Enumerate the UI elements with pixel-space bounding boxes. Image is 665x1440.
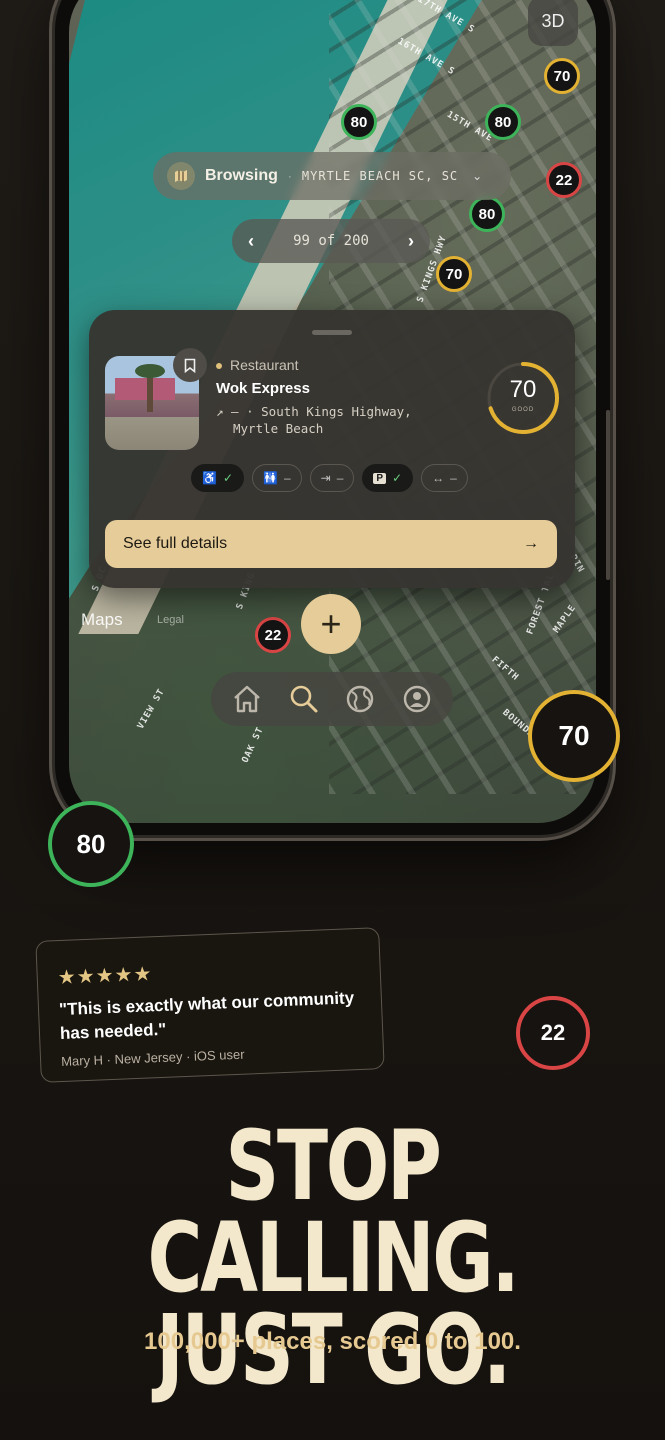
map-pin-score[interactable]: 22	[255, 617, 291, 653]
apple-maps-logo: Maps	[81, 610, 123, 630]
details-button-label: See full details	[123, 535, 228, 552]
category-dot	[216, 363, 222, 370]
profile-icon	[403, 685, 430, 713]
arrow-right-icon: →	[523, 535, 539, 552]
amenity-chip[interactable]: ♿ ✓	[191, 464, 245, 492]
floating-score-badge: 22	[516, 996, 590, 1070]
amenity-status: –	[450, 471, 457, 485]
amenity-status: –	[283, 471, 291, 485]
headline-line: STOP CALLING.	[147, 1110, 519, 1314]
testimonial-quote: "This is exactly what our community has …	[58, 988, 355, 1044]
amenity-status: ✓	[222, 471, 234, 485]
street-label: OAK ST	[240, 725, 266, 765]
tab-profile[interactable]	[398, 680, 436, 718]
subheadline: 100,000+ places, scored 0 to 100.	[144, 1328, 521, 1355]
place-score: 70	[509, 376, 537, 403]
pager-count: 99 of 200	[293, 233, 369, 249]
address-line: ↗ – · South Kings Highway,	[216, 404, 412, 419]
place-name: Wok Express	[216, 380, 310, 397]
legal-link[interactable]: Legal	[157, 614, 184, 626]
drag-handle[interactable]	[312, 330, 352, 335]
browsing-location-selector[interactable]: Browsing · MYRTLE BEACH SC, SC ⌄	[153, 152, 511, 200]
tab-home[interactable]	[228, 680, 266, 718]
next-result-button[interactable]: ›	[408, 231, 414, 252]
floating-score-badge: 80	[48, 801, 134, 887]
tab-search[interactable]	[285, 680, 323, 718]
map-pin-score[interactable]: 80	[341, 104, 377, 140]
amenity-chip[interactable]: P ✓	[362, 464, 414, 492]
place-card[interactable]: Restaurant Wok Express ↗ – · South Kings…	[89, 310, 575, 588]
map-pin-score[interactable]: 70	[436, 256, 472, 292]
search-icon	[290, 685, 318, 713]
place-category: Restaurant	[216, 357, 298, 373]
street-label: VIEW ST	[135, 687, 168, 731]
place-address: ↗ – · South Kings Highway, Myrtle Beach	[216, 403, 466, 437]
testimonial-card: ★★★★★ "This is exactly what our communit…	[35, 927, 385, 1083]
map-pin-score[interactable]: 80	[485, 104, 521, 140]
globe-icon	[347, 685, 374, 713]
map-pin-score[interactable]: 70	[544, 58, 580, 94]
result-pager: ‹ 99 of 200 ›	[232, 219, 430, 263]
amenity-chip[interactable]: ⇥ –	[309, 464, 355, 492]
browsing-location: MYRTLE BEACH SC, SC	[301, 169, 459, 183]
parking-icon: P	[373, 472, 387, 484]
tab-bar	[211, 672, 453, 726]
tab-explore[interactable]	[341, 680, 379, 718]
amenity-status: –	[336, 471, 344, 485]
map-pin-score[interactable]: 80	[469, 196, 505, 232]
bookmark-button[interactable]	[173, 348, 207, 382]
amenity-status: ✓	[392, 471, 403, 485]
add-place-button[interactable]: +	[301, 594, 361, 654]
map-icon	[167, 162, 195, 190]
entrance-icon: ⇥	[320, 471, 331, 485]
amenity-chip[interactable]: 🚻 –	[252, 464, 302, 492]
previous-result-button[interactable]: ‹	[248, 231, 254, 252]
map-pin-score[interactable]: 22	[546, 162, 582, 198]
score-rating-label: GOOD	[511, 407, 535, 413]
floating-score-badge: 70	[528, 690, 620, 782]
testimonial-author: Mary H · New Jersey · iOS user	[60, 1046, 245, 1070]
browsing-label: Browsing	[205, 167, 278, 184]
wheelchair-icon: ♿	[202, 471, 217, 485]
phone-screen: 17TH AVE S 16TH AVE S 15TH AVE S KINGS H…	[69, 0, 596, 823]
see-full-details-button[interactable]: See full details →	[105, 520, 557, 568]
bookmark-icon	[184, 358, 196, 373]
address-line: Myrtle Beach	[233, 421, 324, 436]
phone-side-button	[606, 410, 610, 580]
amenity-chips: ♿ ✓ 🚻 – ⇥ – P ✓ ↔ –	[191, 464, 468, 492]
restroom-icon: 🚻	[263, 471, 278, 485]
star-rating: ★★★★★	[57, 963, 153, 990]
phone-mockup: 17TH AVE S 16TH AVE S 15TH AVE S KINGS H…	[55, 0, 610, 835]
category-label: Restaurant	[230, 357, 299, 373]
3d-toggle-button[interactable]: 3D	[528, 0, 578, 46]
width-icon: ↔	[432, 471, 445, 485]
separator: ·	[287, 169, 292, 183]
chevron-down-icon: ⌄	[472, 169, 483, 183]
home-icon	[234, 685, 261, 713]
amenity-chip[interactable]: ↔ –	[421, 464, 468, 492]
maps-logo-text: Maps	[81, 610, 123, 629]
